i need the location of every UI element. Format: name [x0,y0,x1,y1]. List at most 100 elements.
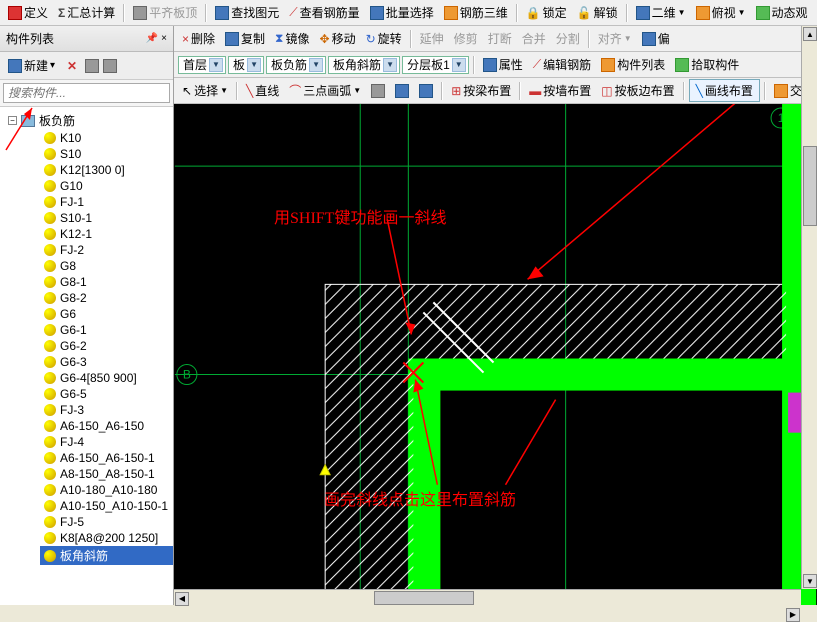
tree-item[interactable]: G6 [40,306,173,322]
edit-rebar-button[interactable]: ⟋编辑钢筋 [529,54,595,75]
component-list-button[interactable]: 构件列表 [597,54,669,75]
select-button[interactable]: ↖选择 ▼ [178,80,232,101]
tool-a-button[interactable] [391,82,413,100]
tree-item[interactable]: A6-150_A6-150 [40,418,173,434]
tree-item[interactable]: A10-180_A10-180 [40,482,173,498]
tree-item[interactable]: S10-1 [40,210,173,226]
node-icon [44,452,56,464]
pane-tool2-button[interactable] [103,59,117,73]
tree-item[interactable]: S10 [40,146,173,162]
tree-item[interactable]: FJ-3 [40,402,173,418]
copy-button[interactable]: 复制 [221,28,269,49]
vertical-scrollbar[interactable]: ▲ ▼ [801,26,817,589]
sum-calc-button[interactable]: Σ汇总计算 [54,2,119,23]
tree-item[interactable]: G6-1 [40,322,173,338]
pick-component-button[interactable]: 拾取构件 [671,54,743,75]
align-top-button[interactable]: 平齐板顶 [129,2,201,23]
search-input[interactable] [3,83,170,103]
tree-item-label: G6-2 [60,339,87,353]
layer-dropdown[interactable]: 分层板1▼ [402,56,469,74]
draw-line-place-button[interactable]: ╲画线布置 [689,79,760,102]
sigma-icon: Σ [58,6,65,20]
tree-item[interactable]: G6-4[850 900] [40,370,173,386]
pane-tool1-button[interactable] [85,59,99,73]
arc3-button[interactable]: ⌒三点画弧 ▼ [285,80,365,101]
find-element-button[interactable]: 查找图元 [211,2,283,23]
line-button[interactable]: ╲直线 [242,80,283,101]
move-button[interactable]: ✥移动 [316,28,360,49]
tree-item[interactable]: K12-1 [40,226,173,242]
break-button[interactable]: 打断 [484,28,516,49]
offset-button[interactable]: 偏 [638,28,674,49]
tree-item[interactable]: FJ-1 [40,194,173,210]
batch-select-button[interactable]: 批量选择 [366,2,438,23]
unlock-button[interactable]: 🔓解锁 [573,2,622,23]
scroll-up-button[interactable]: ▲ [803,27,817,41]
tree-item[interactable]: G8 [40,258,173,274]
node-icon [44,180,56,192]
by-slab-edge-button[interactable]: ◫按板边布置 [597,80,678,101]
tree-item[interactable]: A8-150_A8-150-1 [40,466,173,482]
tree-item[interactable]: A6-150_A6-150-1 [40,450,173,466]
scroll-thumb-h[interactable] [374,591,474,605]
axis-label-B: B [183,368,191,382]
scroll-right-button[interactable]: ▶ [786,608,800,622]
arc-tool-button[interactable] [367,82,389,100]
view2d-button[interactable]: 二维 ▼ [632,2,690,23]
component-tree[interactable]: − 板负筋 K10S10K12[1300 0]G10FJ-1S10-1K12-1… [0,107,173,605]
mirror-button[interactable]: ⧗镜像 [271,28,313,49]
tree-item[interactable]: K12[1300 0] [40,162,173,178]
scroll-left-button[interactable]: ◀ [175,592,189,606]
by-wall-button[interactable]: ▬按墙布置 [525,80,595,101]
pane-delete-button[interactable]: ✕ [63,59,81,73]
tree-item[interactable]: G10 [40,178,173,194]
extend-button[interactable]: 延伸 [416,28,448,49]
scroll-down-button[interactable]: ▼ [803,574,817,588]
delete-button[interactable]: ×删除 [178,28,219,49]
tree-item[interactable]: FJ-4 [40,434,173,450]
tree-item[interactable]: G6-5 [40,386,173,402]
by-beam-button[interactable]: ⊞按梁布置 [447,80,515,101]
align-button[interactable]: 对齐 ▼ [594,28,636,49]
tree-item[interactable]: K8[A8@200 1250] [40,530,173,546]
tree-item[interactable]: K10 [40,130,173,146]
tree-item[interactable]: 板角斜筋 [40,546,173,565]
dyn-icon [756,6,770,20]
trim-button[interactable]: 修剪 [450,28,482,49]
drawing-canvas[interactable]: 1 B [174,104,817,605]
split-button[interactable]: 分割 [552,28,584,49]
lock-button[interactable]: 🔒锁定 [522,2,571,23]
tree-item[interactable]: FJ-5 [40,514,173,530]
props-button[interactable]: 属性 [479,54,527,75]
define-button[interactable]: 定义 [4,2,52,23]
tree-collapse-icon[interactable]: − [8,116,17,125]
floor-dropdown[interactable]: 首层▼ [178,56,226,74]
tree-item[interactable]: G8-2 [40,290,173,306]
tree-item[interactable]: G6-3 [40,354,173,370]
tree-item[interactable]: G6-2 [40,338,173,354]
perspective-button[interactable]: 俯视 ▼ [692,2,750,23]
merge-button[interactable]: 合并 [518,28,550,49]
tree-item-label: K8[A8@200 1250] [60,531,158,545]
category2-dropdown[interactable]: 板负筋▼ [266,56,326,74]
search-box [0,80,173,107]
annotation-shift-line: 用SHIFT键功能画一斜线 [274,204,446,228]
horizontal-scrollbar[interactable]: ◀ ▶ [174,589,801,605]
new-component-button[interactable]: 新建 ▾ [4,55,59,76]
tree-item[interactable]: A10-150_A10-150-1 [40,498,173,514]
view-rebar-button[interactable]: ⟋查看钢筋量 [285,2,363,23]
tree-item-label: G8 [60,259,76,273]
dynamic-view-button[interactable]: 动态观 [752,2,812,23]
rotate-button[interactable]: ↻旋转 [362,28,406,49]
node-icon [44,292,56,304]
rebar-3d-button[interactable]: 钢筋三维 [440,2,512,23]
pane-pin-icon[interactable]: 📌 × [146,33,167,44]
tree-root-row[interactable]: − 板负筋 [4,111,173,130]
category3-dropdown[interactable]: 板角斜筋▼ [328,56,400,74]
tree-item[interactable]: FJ-2 [40,242,173,258]
scroll-thumb-v[interactable] [803,146,817,226]
tree-item[interactable]: G8-1 [40,274,173,290]
category1-dropdown[interactable]: 板▼ [228,56,264,74]
tool-b-button[interactable] [415,82,437,100]
tree-item-label: G6 [60,307,76,321]
